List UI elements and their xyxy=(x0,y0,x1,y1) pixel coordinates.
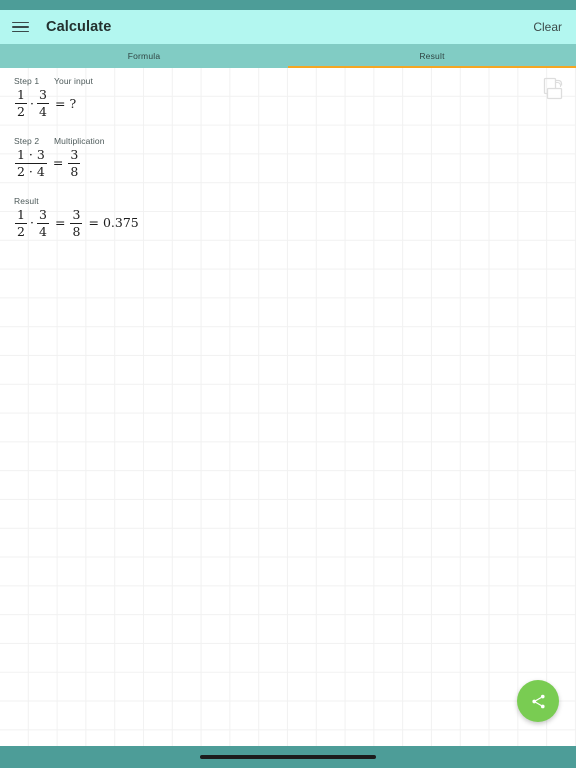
steps-list: Step 1 Your input 1 2 · 3 4 =? Step 2 Multipl… xyxy=(0,68,576,239)
fraction-denominator: 4 xyxy=(39,223,47,239)
fraction-denominator: 8 xyxy=(72,223,81,239)
fraction-numerator: 1 · 3 xyxy=(17,146,45,162)
fraction-numerator: 3 xyxy=(72,206,81,222)
hamburger-menu-icon[interactable] xyxy=(12,17,32,37)
system-nav-bar xyxy=(0,746,576,768)
page-title: Calculate xyxy=(46,18,112,35)
result-label: Result xyxy=(14,195,39,206)
fraction: 12 xyxy=(15,206,27,240)
step-block-2: Step 2 Multiplication 1 · 32 · 4 = 3 8 xyxy=(14,136,576,180)
step-expression: 1 · 32 · 4 = 3 8 xyxy=(14,146,576,180)
copy-icon[interactable] xyxy=(540,76,566,104)
step-expression: 1 2 · 3 4 =? xyxy=(14,87,576,120)
fraction: 34 xyxy=(36,206,49,240)
step-title-label: Multiplication xyxy=(54,135,105,146)
tab-bar: Formula Result xyxy=(0,44,576,68)
menu-line xyxy=(12,30,29,33)
fraction-numerator: 3 xyxy=(39,206,47,222)
app-root: Calculate Clear Formula Result Step 1 Yo… xyxy=(0,0,576,768)
share-icon xyxy=(531,694,545,708)
content-area: Step 1 Your input 1 2 · 3 4 =? Step 2 Multipl… xyxy=(0,68,576,746)
status-bar xyxy=(0,0,576,10)
fraction-numerator: 3 xyxy=(39,87,47,102)
tab-formula[interactable]: Formula xyxy=(0,44,288,68)
math-operator: · xyxy=(30,215,34,231)
math-operator: = xyxy=(54,215,66,231)
math-operator: · xyxy=(30,95,34,111)
fraction: 1 · 3 2 · 4 xyxy=(15,146,47,180)
fraction-numerator: 1 xyxy=(17,87,25,102)
fraction-denominator: 8 xyxy=(70,164,79,180)
step-header: Step 1 Your input xyxy=(14,76,576,86)
step-block-1: Step 1 Your input 1 2 · 3 4 =? xyxy=(14,76,576,120)
fraction: 38 xyxy=(70,206,83,240)
fraction: 38 xyxy=(68,146,81,180)
tab-result[interactable]: Result xyxy=(288,44,576,68)
step-header: Step 2 Multiplication xyxy=(14,136,576,146)
fraction: 34 xyxy=(36,87,49,120)
result-block: Result 1 2 · 3 4 = 3 8 = 0.375 xyxy=(14,196,576,240)
math-operator: = xyxy=(52,155,64,171)
fraction-denominator: 2 xyxy=(17,104,25,120)
fraction-denominator: 2 · 4 xyxy=(17,164,45,180)
result-expression: 1 2 · 3 4 = 3 8 = 0.375 xyxy=(14,206,576,240)
step-number-label: Step 1 xyxy=(14,76,40,86)
math-operator: = xyxy=(54,95,66,111)
fraction-numerator: 1 xyxy=(17,206,25,222)
app-bar: Calculate Clear xyxy=(0,10,576,44)
fraction-denominator: 4 xyxy=(39,104,47,120)
menu-line xyxy=(12,21,29,24)
math-operator: = xyxy=(88,215,99,231)
math-value: 0.375 xyxy=(102,215,139,231)
share-fab-button[interactable] xyxy=(517,680,559,722)
fraction-denominator: 2 xyxy=(17,223,25,239)
step-title-label: Your input xyxy=(54,76,93,86)
home-indicator-pill[interactable] xyxy=(200,755,376,759)
math-value: ? xyxy=(69,95,77,111)
menu-line xyxy=(12,26,29,28)
fraction-numerator: 3 xyxy=(70,146,79,162)
fraction: 12 xyxy=(15,87,27,120)
clear-button[interactable]: Clear xyxy=(531,17,564,37)
step-number-label: Step 2 xyxy=(14,135,40,146)
